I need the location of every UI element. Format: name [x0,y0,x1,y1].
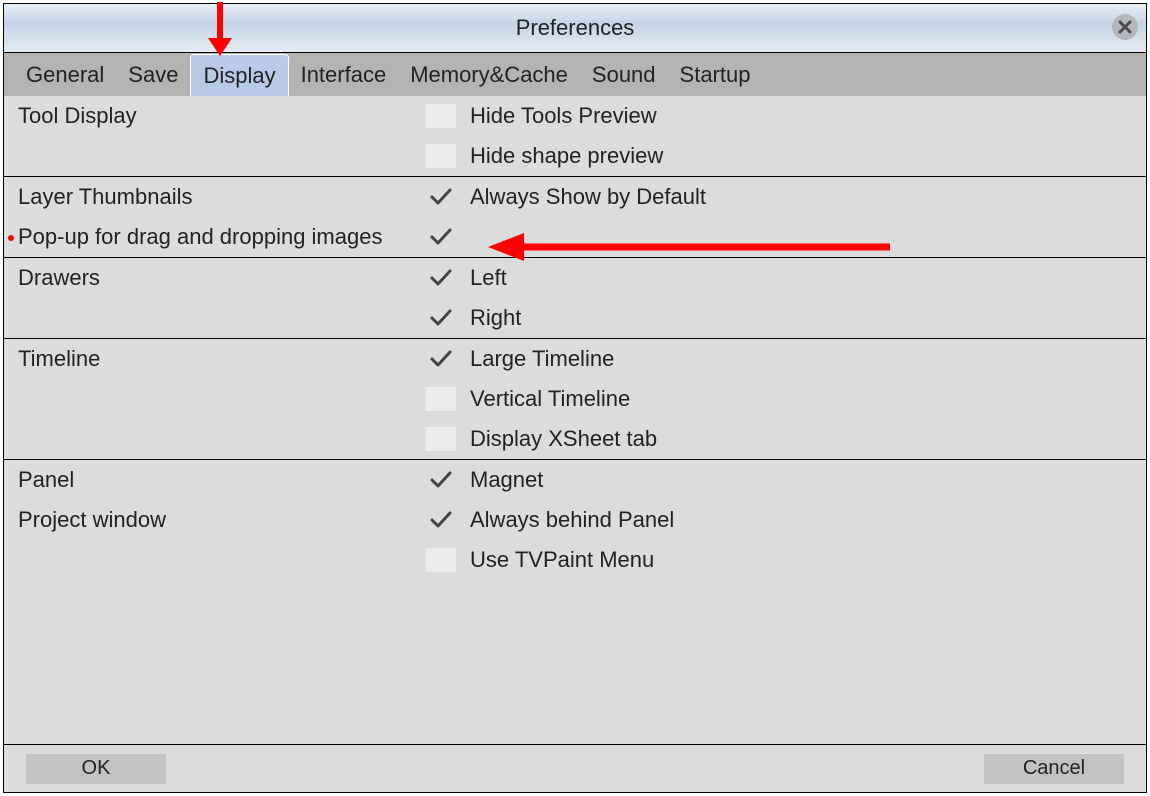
section-label: Timeline [18,346,100,372]
checkbox[interactable] [426,427,456,451]
option-row [426,223,1146,251]
section-label: Layer Thumbnails [18,184,192,210]
option-label: Always behind Panel [470,507,674,533]
checkbox[interactable] [426,508,456,532]
section-labels: Layer Thumbnails Pop-up for drag and drop… [18,183,426,251]
option-row: Hide shape preview [426,142,1146,170]
option-row: Magnet [426,466,1146,494]
section-label-row: Timeline [18,345,426,373]
check-icon [429,307,453,329]
section-label: Panel [18,467,74,493]
titlebar: Preferences [4,4,1146,52]
option-row: Left [426,264,1146,292]
tab-label: Save [128,62,178,88]
check-icon [429,348,453,370]
option-label: Magnet [470,467,543,493]
tab-label: General [26,62,104,88]
section-labels: Timeline [18,345,426,453]
option-row: Display XSheet tab [426,425,1146,453]
option-row: Always Show by Default [426,183,1146,211]
option-label: Hide shape preview [470,143,663,169]
section-labels: Panel Project window [18,466,426,574]
tab-startup[interactable]: Startup [668,53,763,96]
option-label: Left [470,265,507,291]
option-label: Right [470,305,521,331]
tab-memorycache[interactable]: Memory&Cache [398,53,580,96]
section-label: Drawers [18,265,100,291]
checkbox[interactable] [426,185,456,209]
footer: OK Cancel [4,744,1146,792]
section-label-row: Project window [18,506,426,534]
checkbox[interactable] [426,468,456,492]
section: Timeline Large Timeline Vertical Timeline D… [4,338,1146,459]
window-title: Preferences [516,15,635,41]
section-options: Large Timeline Vertical Timeline Display X… [426,345,1146,453]
bullet-indicator [8,235,14,241]
tab-sound[interactable]: Sound [580,53,668,96]
option-row: Hide Tools Preview [426,102,1146,130]
option-label: Always Show by Default [470,184,706,210]
tab-label: Startup [680,62,751,88]
option-label: Vertical Timeline [470,386,630,412]
section-options: Left Right [426,264,1146,332]
section-label-row: Panel [18,466,426,494]
tab-save[interactable]: Save [116,53,190,96]
section-options: Hide Tools Preview Hide shape preview [426,102,1146,170]
section: Panel Project window Magnet Always behind P… [4,459,1146,580]
option-row: Use TVPaint Menu [426,546,1146,574]
preferences-window: Preferences General Save Display Interface M… [3,3,1147,793]
check-icon [429,186,453,208]
check-icon [429,267,453,289]
tab-interface[interactable]: Interface [289,53,399,96]
checkbox[interactable] [426,387,456,411]
section-options: Always Show by Default [426,183,1146,251]
checkbox[interactable] [426,144,456,168]
checkbox[interactable] [426,104,456,128]
option-label: Display XSheet tab [470,426,657,452]
cancel-label: Cancel [1023,757,1085,780]
ok-label: OK [82,757,111,780]
option-label: Hide Tools Preview [470,103,657,129]
section-label-row: Pop-up for drag and dropping images [18,223,426,251]
option-row: Large Timeline [426,345,1146,373]
tab-label: Display [203,63,275,89]
section-options: Magnet Always behind Panel Use TVPaint Men… [426,466,1146,574]
checkbox[interactable] [426,306,456,330]
option-row: Right [426,304,1146,332]
option-label: Large Timeline [470,346,614,372]
section-label-row: Tool Display [18,102,426,130]
ok-button[interactable]: OK [26,754,166,784]
cancel-button[interactable]: Cancel [984,754,1124,784]
section-label: Pop-up for drag and dropping images [18,224,382,250]
check-icon [429,469,453,491]
section-labels: Tool Display [18,102,426,170]
option-label: Use TVPaint Menu [470,547,654,573]
option-row: Always behind Panel [426,506,1146,534]
section: Layer Thumbnails Pop-up for drag and drop… [4,176,1146,257]
section-label-row: Layer Thumbnails [18,183,426,211]
checkbox[interactable] [426,225,456,249]
close-icon [1118,14,1132,40]
tab-label: Interface [301,62,387,88]
section-labels: Drawers [18,264,426,332]
option-row: Vertical Timeline [426,385,1146,413]
content-area: Tool Display Hide Tools Preview Hide shape… [4,96,1146,744]
close-button[interactable] [1112,14,1138,40]
checkbox[interactable] [426,347,456,371]
tab-label: Memory&Cache [410,62,568,88]
section: Tool Display Hide Tools Preview Hide shape… [4,96,1146,176]
tab-general[interactable]: General [14,53,116,96]
checkbox[interactable] [426,548,456,572]
check-icon [429,509,453,531]
section-label: Project window [18,507,166,533]
section-label: Tool Display [18,103,137,129]
check-icon [429,226,453,248]
tab-display[interactable]: Display [190,54,288,97]
section: Drawers Left Right [4,257,1146,338]
tab-label: Sound [592,62,656,88]
tab-bar: General Save Display Interface Memory&Cache S… [4,52,1146,96]
checkbox[interactable] [426,266,456,290]
section-label-row: Drawers [18,264,426,292]
